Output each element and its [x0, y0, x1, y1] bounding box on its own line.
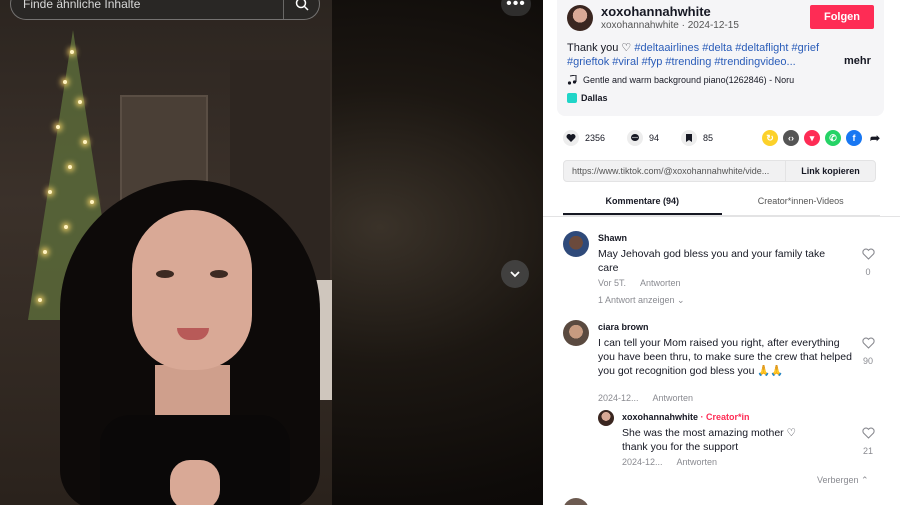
description-card: xoxohannahwhite xoxohannahwhite · 2024-1…	[557, 0, 884, 116]
copy-link-button[interactable]: Link kopieren	[785, 161, 875, 181]
reply-button[interactable]: Antworten	[677, 457, 718, 467]
caption-more-link[interactable]: mehr	[844, 55, 871, 67]
side-panel: xoxohannahwhite xoxohannahwhite · 2024-1…	[543, 0, 900, 505]
music-note-icon	[567, 75, 577, 85]
search-icon	[295, 0, 309, 11]
comment-username[interactable]: Shawn	[598, 233, 627, 243]
creator-badge: · Creator*in	[698, 412, 750, 422]
like-count: 2356	[585, 133, 606, 143]
heart-icon[interactable]	[563, 130, 579, 146]
search-input[interactable]	[23, 0, 273, 11]
repost-icon[interactable]: ↻	[762, 130, 778, 146]
share-arrow-icon[interactable]: ➦	[867, 130, 883, 146]
reply-item: xoxohannahwhite · Creator*in She was the…	[598, 410, 883, 470]
comment-time: Vor 5T.	[598, 278, 627, 288]
comment-meta: 2024-12... Antworten	[598, 393, 693, 403]
comment-text: May Jehovah god bless you and your famil…	[598, 248, 826, 274]
reply-meta: 2024-12... Antworten	[622, 457, 717, 467]
facebook-icon[interactable]: f	[846, 130, 862, 146]
follow-button[interactable]: Folgen	[810, 5, 874, 29]
hide-replies-link[interactable]: Verbergen ⌃	[817, 475, 869, 486]
heart-outline-icon[interactable]	[861, 337, 875, 349]
avatar[interactable]	[563, 320, 589, 346]
avatar[interactable]	[563, 231, 589, 257]
heart-outline-icon[interactable]	[861, 248, 875, 260]
reply-username-row: xoxohannahwhite · Creator*in	[622, 412, 750, 422]
tab-bar: Kommentare (94) Creator*innen-Videos	[563, 192, 880, 216]
tab-creator-videos[interactable]: Creator*innen-Videos	[722, 192, 881, 215]
divider	[543, 216, 900, 217]
video-player[interactable]: •••	[0, 0, 543, 505]
comment-item: Shawn May Jehovah god bless you and your…	[563, 231, 883, 311]
chevron-down-icon	[510, 271, 520, 278]
like-count: 90	[862, 356, 873, 366]
reply-text: She was the most amazing mother ♡ thank …	[622, 427, 796, 453]
like-count: 21	[862, 446, 873, 456]
location-icon	[567, 93, 577, 103]
bookmark-icon[interactable]	[681, 130, 698, 146]
save-stat[interactable]: 85	[681, 130, 713, 146]
share-icons: ↻ ‹› ▾ ✆ f ➦	[762, 130, 883, 146]
view-replies-link[interactable]: 1 Antwort anzeigen ⌄	[598, 295, 685, 306]
comment-item: ciara brown I can tell your Mom raised y…	[563, 320, 883, 410]
embed-icon[interactable]: ‹›	[783, 130, 799, 146]
heart-outline-icon[interactable]	[861, 427, 875, 439]
send-icon[interactable]: ▾	[804, 130, 820, 146]
save-count: 85	[703, 133, 714, 143]
reply-button[interactable]: Antworten	[653, 393, 694, 403]
like-count: 0	[865, 267, 871, 277]
author-subline: xoxohannahwhite · 2024-12-15	[601, 20, 739, 31]
more-dots-icon: •••	[506, 0, 526, 12]
whatsapp-icon[interactable]: ✆	[825, 130, 841, 146]
caption: Thank you ♡ #deltaairlines #delta #delta…	[567, 41, 837, 69]
video-frame[interactable]	[0, 0, 332, 505]
creator-person	[60, 180, 320, 505]
author-name[interactable]: xoxohannahwhite	[601, 4, 711, 19]
action-bar: 2356 94 85 ↻ ‹› ▾ ✆ f ➦	[563, 128, 883, 148]
location-tag[interactable]: Dallas	[567, 93, 608, 103]
avatar[interactable]	[598, 410, 614, 426]
comment-stat[interactable]: 94	[627, 130, 659, 146]
comment-icon[interactable]	[627, 130, 644, 146]
music-title: Gentle and warm background piano(1262846…	[583, 75, 795, 85]
comment-like[interactable]: 90	[861, 336, 875, 366]
search-button[interactable]	[283, 0, 319, 19]
hashtags-line-1[interactable]: #deltaairlines #delta #deltaflight #grie…	[634, 42, 819, 54]
link-box: https://www.tiktok.com/@xoxohannahwhite/…	[563, 160, 876, 182]
like-stat[interactable]: 2356	[563, 130, 605, 146]
reply-button[interactable]: Antworten	[640, 278, 681, 288]
more-options-button[interactable]: •••	[501, 0, 531, 16]
comment-text: I can tell your Mom raised you right, af…	[598, 337, 852, 377]
hashtags-line-2[interactable]: #grieftok #viral #fyp #trending #trendin…	[567, 56, 796, 68]
reply-time: 2024-12...	[622, 457, 663, 467]
comment-count: 94	[649, 133, 660, 143]
comment-meta: Vor 5T. Antworten	[598, 278, 681, 288]
avatar[interactable]	[563, 498, 589, 505]
link-url[interactable]: https://www.tiktok.com/@xoxohannahwhite/…	[564, 166, 785, 176]
search-bar[interactable]	[10, 0, 320, 20]
comment-like[interactable]: 0	[861, 247, 875, 277]
next-video-button[interactable]	[501, 260, 529, 288]
music-row[interactable]: Gentle and warm background piano(1262846…	[567, 75, 794, 85]
author-avatar[interactable]	[567, 5, 593, 31]
tab-comments[interactable]: Kommentare (94)	[563, 192, 722, 215]
comment-username[interactable]: ciara brown	[598, 322, 649, 332]
reply-like[interactable]: 21	[861, 426, 875, 456]
location-label: Dallas	[581, 93, 608, 103]
caption-text: Thank you ♡	[567, 42, 632, 54]
comment-time: 2024-12...	[598, 393, 639, 403]
reply-username[interactable]: xoxohannahwhite	[622, 412, 698, 422]
